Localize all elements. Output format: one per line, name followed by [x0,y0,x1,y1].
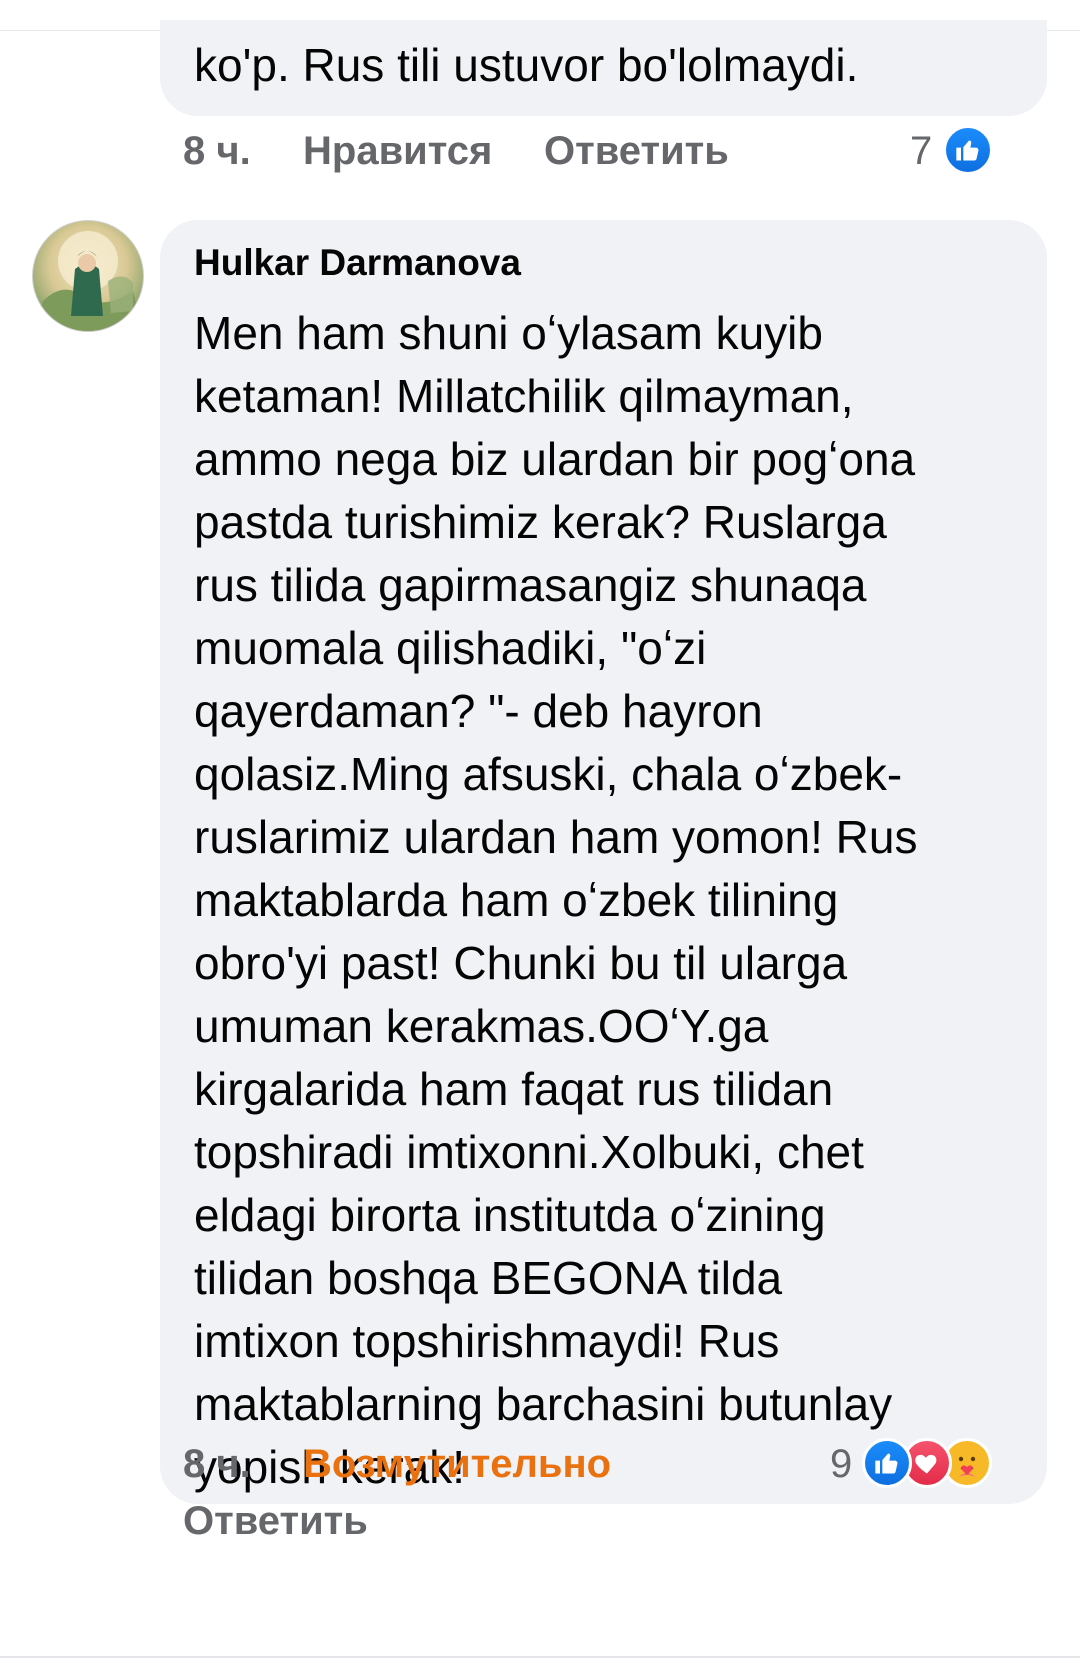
comment-text: ko'p. Rus tili ustuvor bo'lolmaydi. [194,39,859,91]
comment-line: umuman kerakmas.OOʻY.ga [194,1000,769,1052]
reply-button[interactable]: Ответить [183,1499,368,1544]
like-button[interactable]: Нравится [303,129,492,174]
comment-line: kirgalarida ham faqat rus tilidan [194,1063,834,1115]
comment-line: Men ham shuni oʻylasam kuyib [194,307,823,359]
comment-line: tilidan boshqa BEGONA tilda [194,1252,783,1304]
reaction-count[interactable]: 9 [830,1442,852,1487]
reaction-count[interactable]: 7 [910,129,932,174]
comment-text: Men ham shuni oʻylasam kuyib ketaman! Mi… [194,302,1014,1499]
comment-line: qayerdaman? "- deb hayron [194,685,763,737]
avatar[interactable] [32,220,144,332]
comment-time[interactable]: 8 ч. [183,129,251,174]
comment-line: pastda turishimiz kerak? Ruslarga [194,496,887,548]
comment-line: maktablarning barchasini butunlay [194,1378,893,1430]
comment-bubble: ko'p. Rus tili ustuvor bo'lolmaydi. [160,20,1047,116]
reply-button[interactable]: Ответить [544,129,729,174]
bottom-divider [0,1656,1080,1658]
comment-line: eldagi birorta institutda oʻzining [194,1189,826,1241]
comment-line: maktablarda ham oʻzbek tilining [194,874,839,926]
reaction-angry-button[interactable]: Возмутительно [303,1442,611,1487]
comment-line: topshiradi imtixonni.Xolbuki, chet [194,1126,864,1178]
comment-line: ruslarimiz ulardan ham yomon! Rus [194,811,918,863]
comment-line: ammo nega biz ulardan bir pogʻona [194,433,916,485]
comment-time[interactable]: 8 ч. [183,1442,251,1487]
comment-line: imtixon topshirishmaydi! Rus [194,1315,780,1367]
comment-line: qolasiz.Ming afsuski, chala oʻzbek- [194,748,903,800]
comment-line: ketaman! Millatchilik qilmayman, [194,370,854,422]
like-icon[interactable] [862,1438,912,1488]
comment-author[interactable]: Hulkar Darmanova [194,242,521,284]
comment-line: rus tilida gapirmasangiz shunaqa [194,559,867,611]
comment-line: obro'yi past! Chunki bu til ularga [194,937,848,989]
comment-line: muomala qilishadiki, "oʻzi [194,622,707,674]
like-icon[interactable] [943,125,993,175]
comment-bubble: Hulkar Darmanova Men ham shuni oʻylasam … [160,220,1047,1504]
